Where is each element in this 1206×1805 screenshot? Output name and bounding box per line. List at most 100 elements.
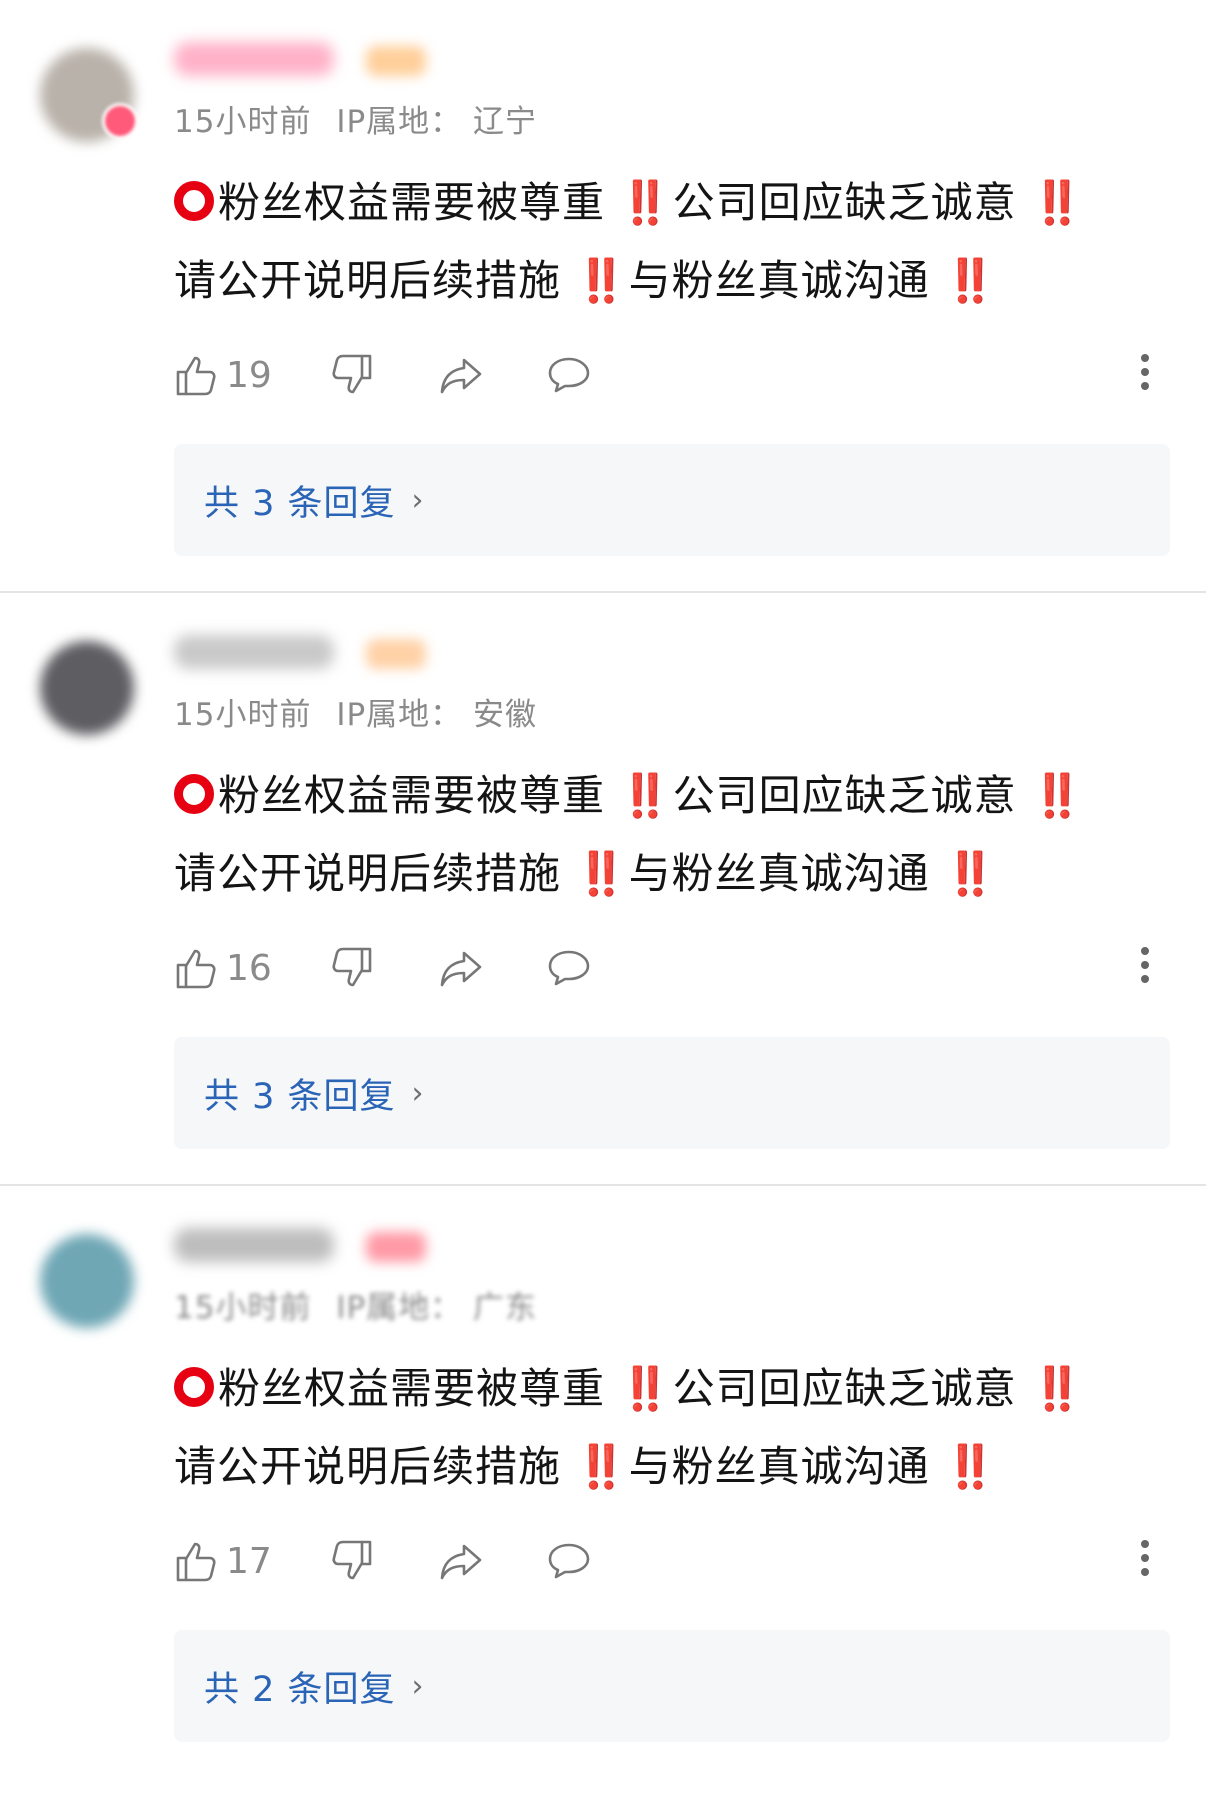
comment-text: 粉丝权益需要被尊重 ‼️公司回应缺乏诚意 ‼️ 请公开说明后续措施 ‼️与粉丝真… <box>174 757 1164 913</box>
view-replies-button[interactable]: 共 3 条回复 › <box>174 1037 1170 1149</box>
ip-label: IP属地： <box>336 104 463 140</box>
like-count: 19 <box>226 354 272 396</box>
more-vertical-icon <box>1141 947 1149 955</box>
comment-item: 15小时前 IP属地： 广东 粉丝权益需要被尊重 ‼️公司回应缺乏诚意 ‼️ 请… <box>0 1186 1206 1779</box>
thumbs-down-icon <box>332 1540 372 1580</box>
red-circle-icon <box>174 1367 214 1407</box>
message-part-3: 请公开说明后续措施 <box>174 849 562 898</box>
double-exclamation-icon: ‼️ <box>944 256 998 305</box>
like-button[interactable]: 17 <box>174 1536 272 1586</box>
comment-actions: 16 <box>174 943 1174 993</box>
message-part-2: 公司回应缺乏诚意 <box>672 1364 1017 1413</box>
message-part-2: 公司回应缺乏诚意 <box>672 178 1017 227</box>
double-exclamation-icon: ‼️ <box>1031 771 1085 820</box>
more-options-button[interactable] <box>1140 1540 1150 1582</box>
thumbs-up-icon <box>176 356 216 396</box>
comment-bubble-icon <box>548 1543 590 1579</box>
comment-meta: 15小时前 IP属地： 广东 <box>174 1282 537 1327</box>
view-replies-button[interactable]: 共 3 条回复 › <box>174 444 1170 556</box>
message-part-4: 与粉丝真诚沟通 <box>628 256 930 305</box>
double-exclamation-icon: ‼️ <box>619 771 673 820</box>
ip-label: IP属地： <box>336 1290 463 1326</box>
share-icon <box>440 1544 482 1580</box>
dislike-button[interactable] <box>328 943 374 993</box>
dislike-button[interactable] <box>328 1536 374 1586</box>
double-exclamation-icon: ‼️ <box>944 1442 998 1491</box>
user-level-tag <box>366 639 426 669</box>
comment-text: 粉丝权益需要被尊重 ‼️公司回应缺乏诚意 ‼️ 请公开说明后续措施 ‼️与粉丝真… <box>174 164 1164 320</box>
double-exclamation-icon: ‼️ <box>1031 1364 1085 1413</box>
chevron-right-icon: › <box>411 1668 424 1704</box>
ip-location: 辽宁 <box>473 104 538 140</box>
more-vertical-icon <box>1141 1540 1149 1548</box>
share-icon <box>440 358 482 394</box>
avatar-badge <box>102 103 138 139</box>
replies-count-label: 共 2 条回复 <box>204 1669 396 1710</box>
ip-label: IP属地： <box>336 697 463 733</box>
share-button[interactable] <box>438 943 484 993</box>
double-exclamation-icon: ‼️ <box>619 1364 673 1413</box>
like-button[interactable]: 19 <box>174 350 272 400</box>
comment-item: 15小时前 IP属地： 安徽 粉丝权益需要被尊重 ‼️公司回应缺乏诚意 ‼️ 请… <box>0 593 1206 1186</box>
view-replies-button[interactable]: 共 2 条回复 › <box>174 1630 1170 1742</box>
comment-meta: 15小时前 IP属地： 安徽 <box>174 689 537 734</box>
message-part-3: 请公开说明后续措施 <box>174 256 562 305</box>
share-button[interactable] <box>438 350 484 400</box>
replies-count-label: 共 3 条回复 <box>204 1076 396 1117</box>
message-part-1: 粉丝权益需要被尊重 <box>218 771 606 820</box>
comment-meta: 15小时前 IP属地： 辽宁 <box>174 96 537 141</box>
username[interactable] <box>174 635 334 669</box>
avatar[interactable] <box>40 1234 134 1328</box>
comment-bubble-icon <box>548 950 590 986</box>
thumbs-up-icon <box>176 949 216 989</box>
red-circle-icon <box>174 774 214 814</box>
comment-item: 15小时前 IP属地： 辽宁 粉丝权益需要被尊重 ‼️公司回应缺乏诚意 ‼️ 请… <box>0 0 1206 593</box>
more-vertical-icon <box>1141 354 1149 362</box>
avatar[interactable] <box>40 641 134 735</box>
ip-location: 广东 <box>473 1290 538 1326</box>
message-part-1: 粉丝权益需要被尊重 <box>218 178 606 227</box>
message-part-4: 与粉丝真诚沟通 <box>628 1442 930 1491</box>
comment-time: 15小时前 <box>174 697 312 733</box>
share-icon <box>440 951 482 987</box>
message-part-4: 与粉丝真诚沟通 <box>628 849 930 898</box>
comment-actions: 17 <box>174 1536 1174 1586</box>
reply-button[interactable] <box>546 1536 592 1586</box>
reply-button[interactable] <box>546 943 592 993</box>
more-options-button[interactable] <box>1140 354 1150 396</box>
double-exclamation-icon: ‼️ <box>619 178 673 227</box>
more-options-button[interactable] <box>1140 947 1150 989</box>
thumbs-down-icon <box>332 947 372 987</box>
like-count: 17 <box>226 1540 272 1582</box>
comment-text: 粉丝权益需要被尊重 ‼️公司回应缺乏诚意 ‼️ 请公开说明后续措施 ‼️与粉丝真… <box>174 1350 1164 1506</box>
double-exclamation-icon: ‼️ <box>575 256 629 305</box>
double-exclamation-icon: ‼️ <box>1031 178 1085 227</box>
red-circle-icon <box>174 181 214 221</box>
message-part-3: 请公开说明后续措施 <box>174 1442 562 1491</box>
comment-time: 15小时前 <box>174 1290 312 1326</box>
reply-button[interactable] <box>546 350 592 400</box>
user-level-tag <box>366 46 426 76</box>
message-part-2: 公司回应缺乏诚意 <box>672 771 1017 820</box>
double-exclamation-icon: ‼️ <box>944 849 998 898</box>
comment-list: 15小时前 IP属地： 辽宁 粉丝权益需要被尊重 ‼️公司回应缺乏诚意 ‼️ 请… <box>0 0 1206 1779</box>
comment-actions: 19 <box>174 350 1174 400</box>
share-button[interactable] <box>438 1536 484 1586</box>
double-exclamation-icon: ‼️ <box>575 849 629 898</box>
username[interactable] <box>174 42 334 76</box>
username[interactable] <box>174 1228 334 1262</box>
thumbs-down-icon <box>332 354 372 394</box>
like-count: 16 <box>226 947 272 989</box>
chevron-right-icon: › <box>411 1075 424 1111</box>
user-level-tag <box>366 1232 426 1262</box>
comment-bubble-icon <box>548 357 590 393</box>
message-part-1: 粉丝权益需要被尊重 <box>218 1364 606 1413</box>
ip-location: 安徽 <box>473 697 538 733</box>
double-exclamation-icon: ‼️ <box>575 1442 629 1491</box>
thumbs-up-icon <box>176 1542 216 1582</box>
like-button[interactable]: 16 <box>174 943 272 993</box>
comment-time: 15小时前 <box>174 104 312 140</box>
replies-count-label: 共 3 条回复 <box>204 483 396 524</box>
dislike-button[interactable] <box>328 350 374 400</box>
chevron-right-icon: › <box>411 482 424 518</box>
